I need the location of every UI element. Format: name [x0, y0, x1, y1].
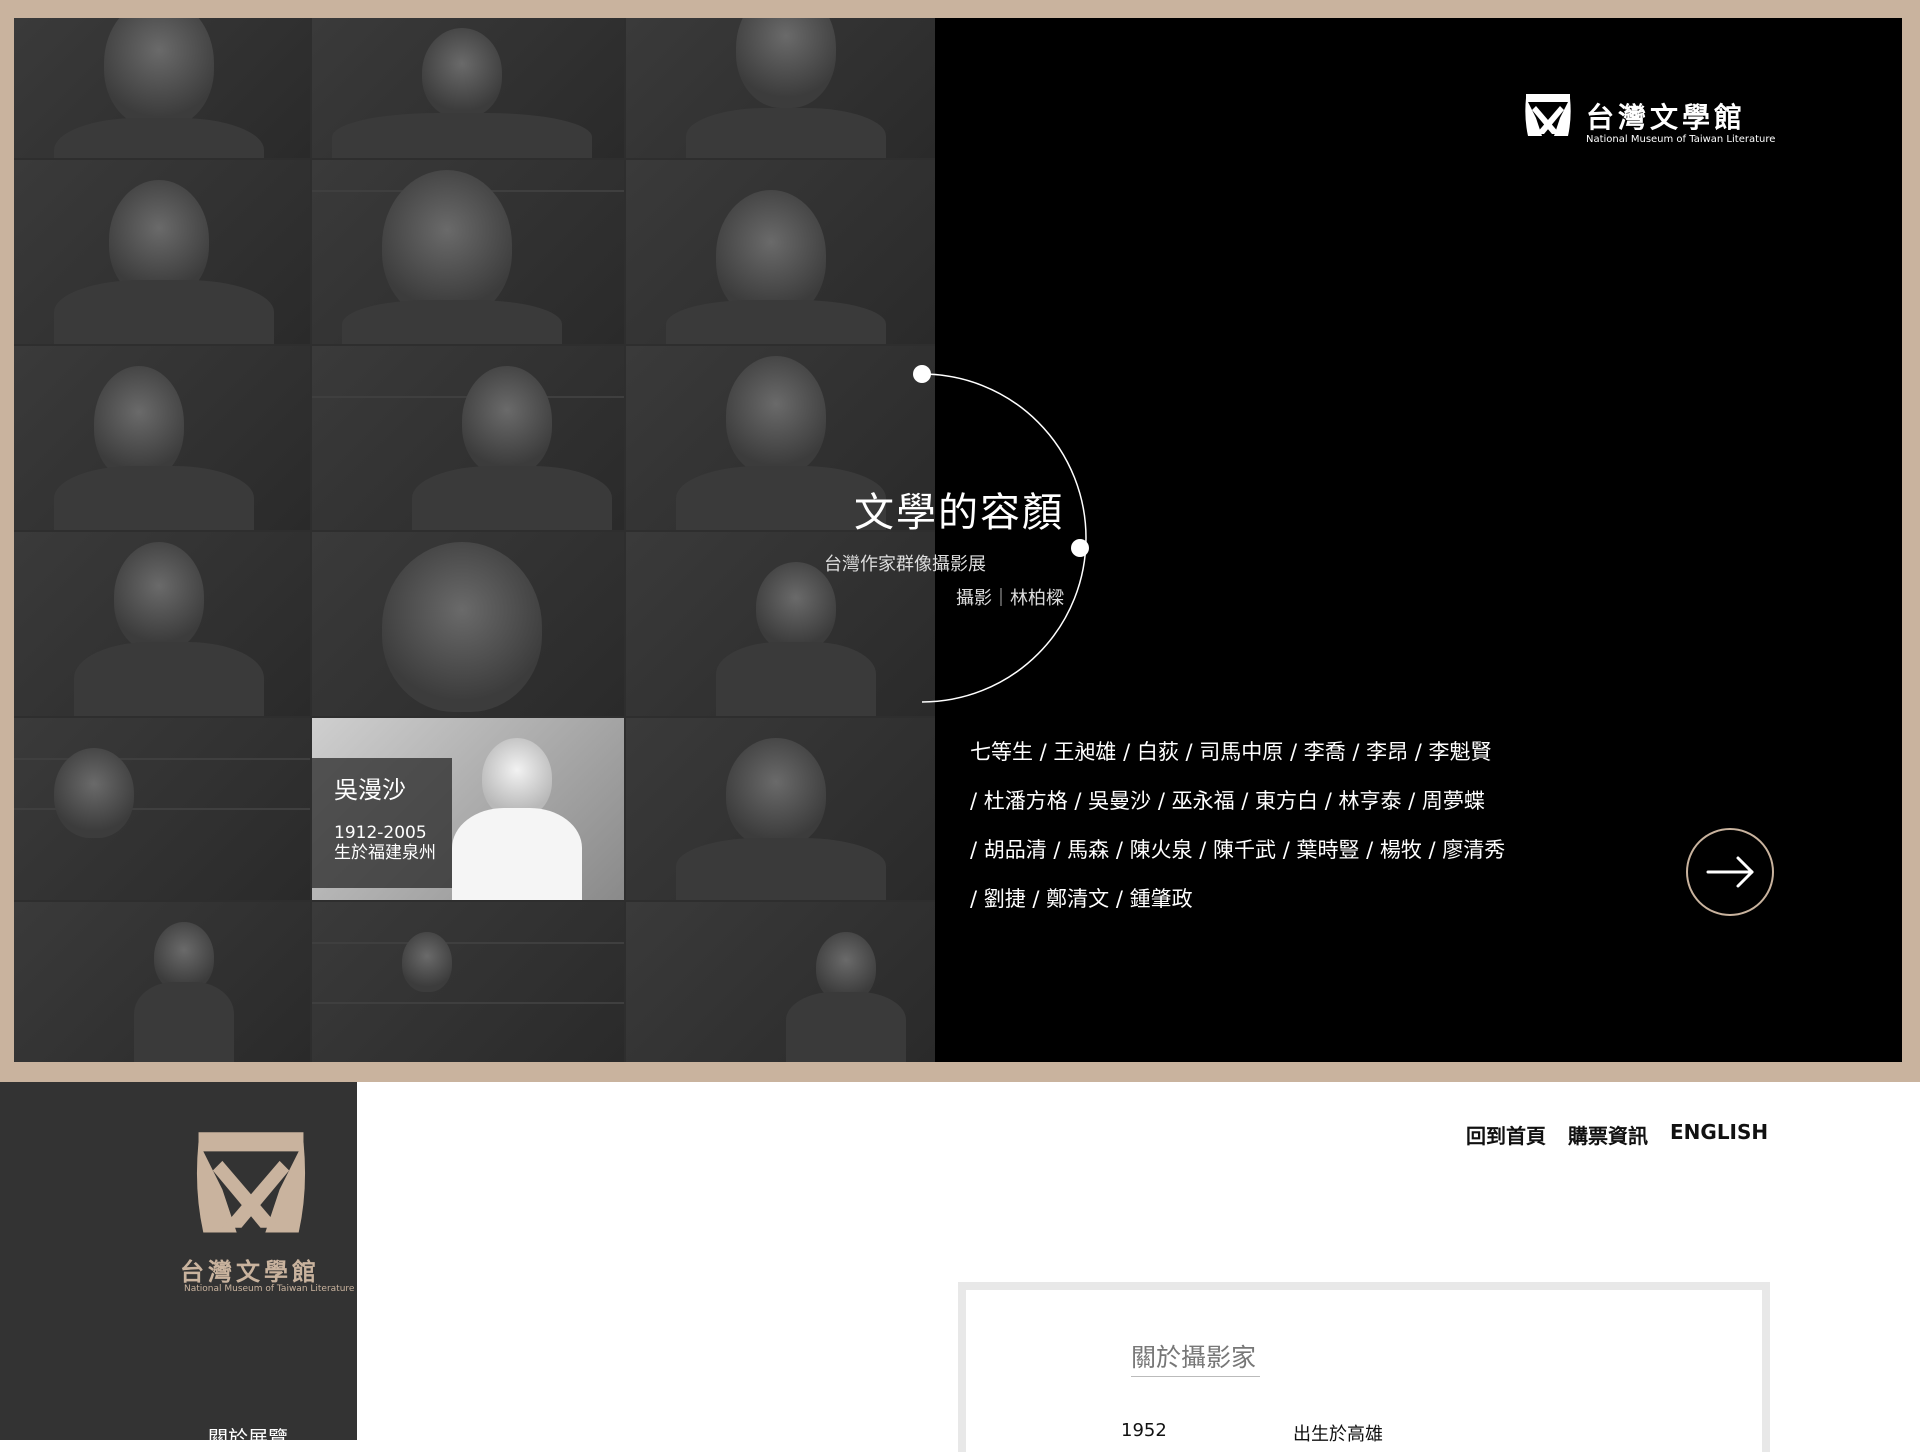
sidebar-brand-name-zh: 台灣文學館 [180, 1257, 320, 1286]
arrow-right-icon [1706, 856, 1754, 888]
writers-line: / 劉捷 / 鄭清文 / 鍾肇政 [970, 887, 1193, 911]
museum-logo-icon [196, 1132, 306, 1233]
timeline-year: 1952 [1121, 1420, 1167, 1441]
portrait-tile[interactable] [312, 18, 624, 158]
featured-name: 吳漫沙 [334, 776, 406, 804]
portrait-tile[interactable] [626, 718, 935, 900]
sidebar-brand-name-en: National Museum of Taiwan Literature [184, 1284, 355, 1294]
timeline-text: 出生於高雄 [1293, 1424, 1383, 1445]
portrait-tile[interactable] [312, 902, 624, 1062]
hero-subtitle: 台灣作家群像攝影展 [824, 554, 986, 575]
portrait-tile[interactable] [14, 160, 310, 344]
sidebar-logo[interactable]: 台灣文學館 National Museum of Taiwan Literatu… [176, 1118, 354, 1298]
featured-caption: 吳漫沙 1912-2005 生於福建泉州 [312, 758, 452, 888]
sidebar-item-about-exhibition[interactable]: 關於展覽 [208, 1422, 288, 1451]
nav-tickets-link[interactable]: 購票資訊 [1568, 1120, 1648, 1149]
portrait-tile[interactable] [312, 532, 624, 716]
writers-line: / 胡品清 / 馬森 / 陳火泉 / 陳千武 / 葉時豎 / 楊牧 / 廖清秀 [970, 838, 1506, 862]
hero-banner: 吳漫沙 1912-2005 生於福建泉州 文學的容顏 台灣作家群像攝影展 攝影｜… [14, 18, 1902, 1062]
writers-line: / 杜潘方格 / 吳曼沙 / 巫永福 / 東方白 / 林亨泰 / 周夢蝶 [970, 789, 1485, 813]
portrait-tile[interactable] [14, 718, 310, 900]
portrait-grid: 吳漫沙 1912-2005 生於福建泉州 [14, 18, 935, 1062]
portrait-tile[interactable] [14, 902, 310, 1062]
featured-origin: 生於福建泉州 [334, 843, 436, 863]
nav-home-link[interactable]: 回到首頁 [1466, 1120, 1546, 1149]
hero-frame: 吳漫沙 1912-2005 生於福建泉州 文學的容顏 台灣作家群像攝影展 攝影｜… [0, 0, 1920, 1082]
hero-title-block: 文學的容顏 台灣作家群像攝影展 攝影｜林柏樑 [824, 480, 1064, 610]
portrait-tile[interactable] [626, 902, 935, 1062]
museum-logo-icon [1525, 94, 1571, 136]
portrait-tile[interactable] [14, 532, 310, 716]
hero-title: 文學的容顏 [854, 490, 1064, 536]
sidebar: 台灣文學館 National Museum of Taiwan Literatu… [0, 1082, 357, 1440]
next-arrow-button[interactable] [1686, 828, 1774, 916]
writers-list: 七等生 / 王昶雄 / 白荻 / 司馬中原 / 李喬 / 李昂 / 李魁賢 / … [970, 728, 1570, 924]
brand-name-zh: 台灣文學館 [1586, 101, 1747, 134]
featured-portrait-tile[interactable]: 吳漫沙 1912-2005 生於福建泉州 [312, 718, 624, 900]
featured-years: 1912-2005 [334, 823, 427, 843]
brand-logo-top[interactable]: 台灣文學館 National Museum of Taiwan Literatu… [1522, 86, 1775, 146]
portrait-tile[interactable] [14, 346, 310, 530]
portrait-tile[interactable] [312, 346, 624, 530]
portrait-tile[interactable] [626, 18, 935, 158]
top-nav: 回到首頁 購票資訊 ENGLISH [1466, 1120, 1768, 1149]
portrait-tile[interactable] [626, 160, 935, 344]
portrait-tile[interactable] [14, 18, 310, 158]
hero-credit: 攝影｜林柏樑 [956, 588, 1064, 609]
about-photographer-card: 關於攝影家 1952 出生於高雄 [958, 1282, 1770, 1452]
writers-line: 七等生 / 王昶雄 / 白荻 / 司馬中原 / 李喬 / 李昂 / 李魁賢 [970, 740, 1492, 764]
portrait-tile[interactable] [312, 160, 624, 344]
nav-english-link[interactable]: ENGLISH [1670, 1120, 1768, 1149]
brand-name-en: National Museum of Taiwan Literature [1586, 134, 1776, 145]
about-heading: 關於攝影家 [1131, 1338, 1261, 1377]
arc-dot-right [1071, 539, 1089, 557]
timeline-row: 1952 出生於高雄 [1121, 1420, 1383, 1446]
